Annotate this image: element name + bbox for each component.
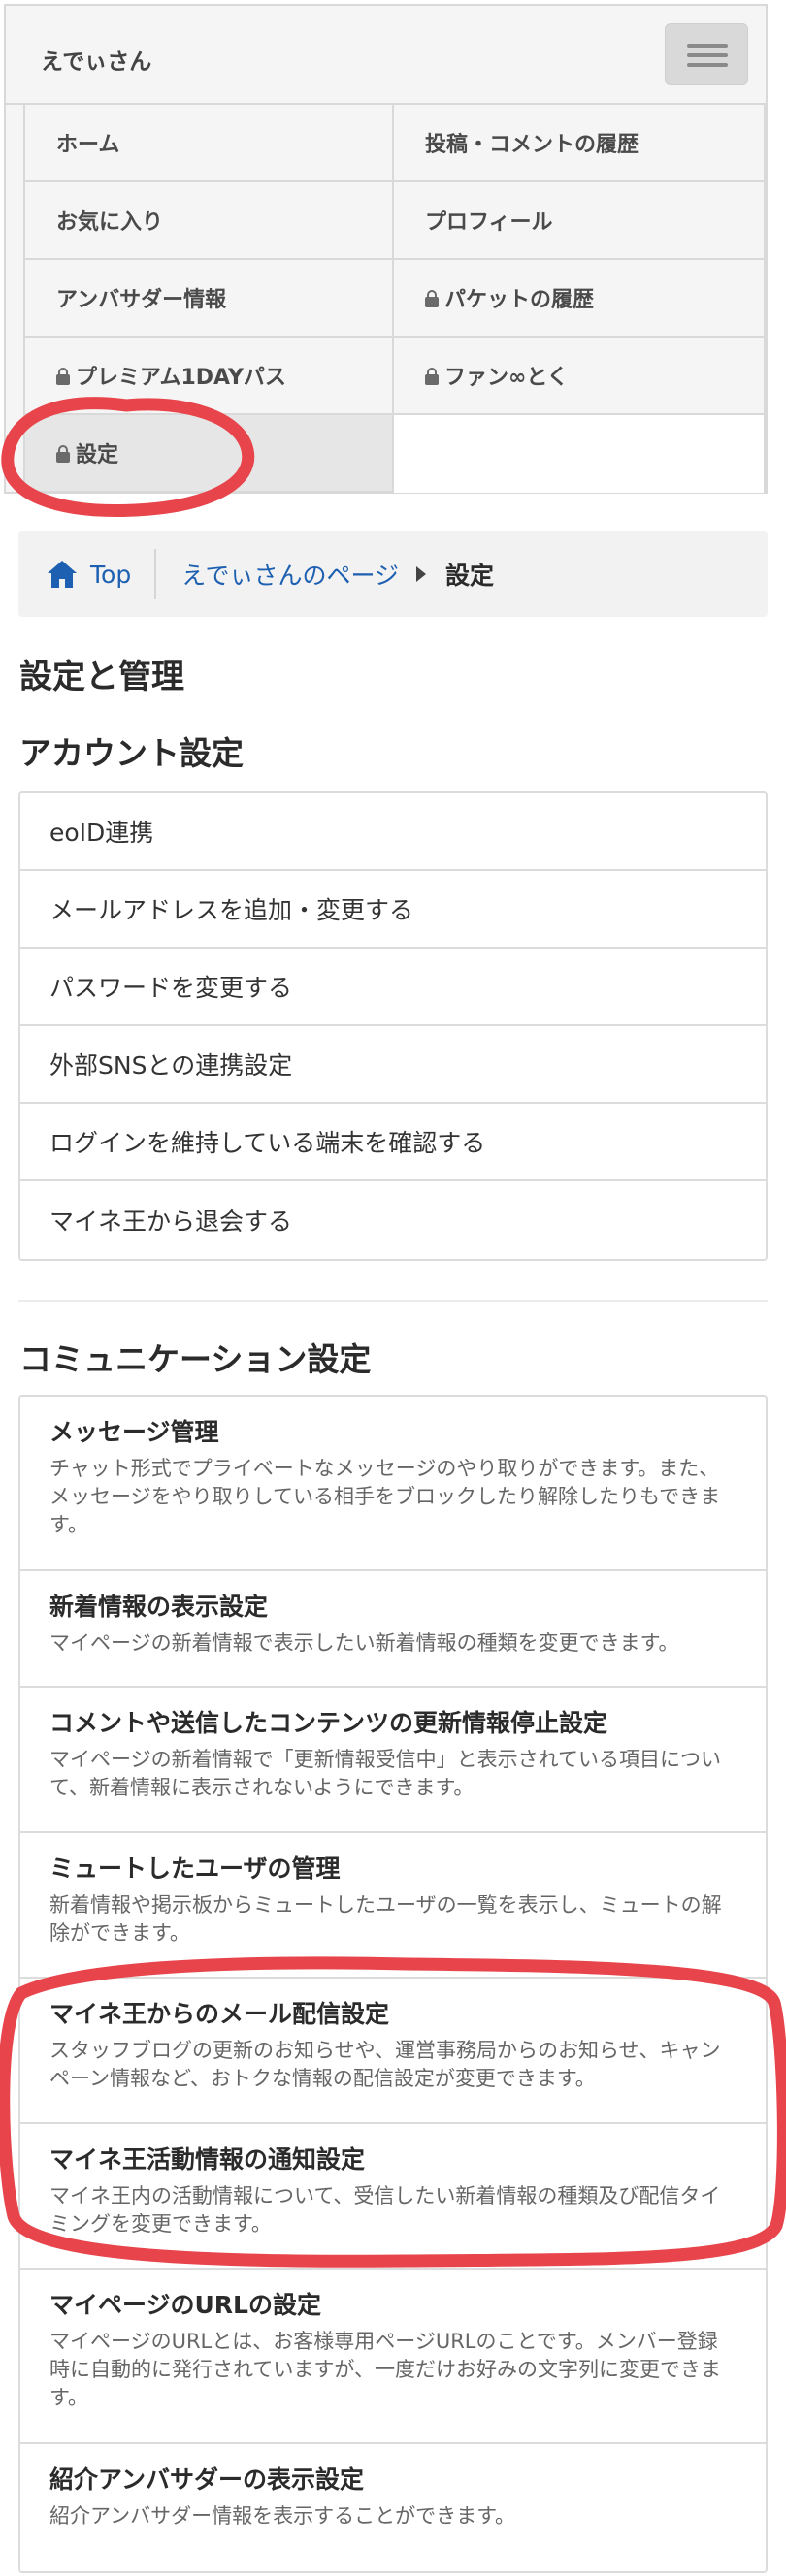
menu-item-packet-history[interactable]: パケットの履歴 xyxy=(394,260,766,338)
menu-item-fan-toku[interactable]: ファン∞とく xyxy=(394,338,766,415)
menu-item-profile[interactable]: プロフィール xyxy=(394,182,766,260)
comm-item-mail-delivery[interactable]: マイネ王からのメール配信設定 スタッフブログの更新のお知らせや、運営事務局からの… xyxy=(20,1979,766,2124)
account-item-devices[interactable]: ログインを維持している端末を確認する xyxy=(20,1104,766,1181)
comm-item-desc: マイページの新着情報で「更新情報受信中」と表示されている項目について、新着情報に… xyxy=(49,1748,721,1799)
hamburger-icon xyxy=(687,44,728,48)
comm-item-title: 新着情報の表示設定 xyxy=(49,1593,269,1621)
lock-icon xyxy=(56,368,70,385)
user-menu-panel: えでぃさん ホーム 投稿・コメントの履歴 お気に入り プロフィール アンバサダー… xyxy=(4,4,768,494)
menu-item-favorites[interactable]: お気に入り xyxy=(23,182,394,260)
home-icon xyxy=(48,561,77,588)
comm-item-desc: マイネ王内の活動情報について、受信したい新着情報の種類及び配信タイミングを変更で… xyxy=(49,2184,721,2236)
account-item-password[interactable]: パスワードを変更する xyxy=(20,949,766,1026)
breadcrumb-current: 設定 xyxy=(444,562,494,590)
menu-item-history[interactable]: 投稿・コメントの履歴 xyxy=(394,105,766,182)
breadcrumb-top-link[interactable]: Top xyxy=(90,561,131,589)
comm-item-title: 紹介アンバサダーの表示設定 xyxy=(49,2465,365,2494)
hamburger-menu-button[interactable] xyxy=(665,23,748,85)
account-item-sns[interactable]: 外部SNSとの連携設定 xyxy=(20,1026,766,1104)
user-menu-grid: ホーム 投稿・コメントの履歴 お気に入り プロフィール アンバサダー情報 パケッ… xyxy=(23,105,766,493)
user-header: えでぃさん xyxy=(6,6,766,105)
comm-item-muted-users[interactable]: ミュートしたユーザの管理 新着情報や掲示板からミュートしたユーザの一覧を表示し、… xyxy=(20,1833,766,1979)
comm-item-desc: チャット形式でプライベートなメッセージのやり取りができます。また、メッセージをや… xyxy=(49,1457,721,1536)
comm-item-desc: マイページの新着情報で表示したい新着情報の種類を変更できます。 xyxy=(49,1631,679,1655)
comm-item-title: マイネ王からのメール配信設定 xyxy=(49,2000,390,2028)
chevron-right-icon xyxy=(415,566,426,582)
comm-item-desc: マイページのURLとは、お客様専用ページURLのことです。メンバー登録時に自動的… xyxy=(49,2330,721,2409)
comm-item-ambassador-display[interactable]: 紹介アンバサダーの表示設定 紹介アンバサダー情報を表示することができます。 xyxy=(20,2444,766,2530)
comm-item-news-display[interactable]: 新着情報の表示設定 マイページの新着情報で表示したい新着情報の種類を変更できます… xyxy=(20,1571,766,1688)
comm-item-messages[interactable]: メッセージ管理 チャット形式でプライベートなメッセージのやり取りができます。また… xyxy=(20,1397,766,1571)
menu-empty-cell xyxy=(394,415,766,493)
account-item-email[interactable]: メールアドレスを追加・変更する xyxy=(20,871,766,949)
breadcrumb-divider xyxy=(154,549,157,599)
comm-item-title: マイページのURLの設定 xyxy=(49,2291,321,2319)
comm-item-title: コメントや送信したコンテンツの更新情報停止設定 xyxy=(49,1709,608,1737)
comm-item-desc: スタッフブログの更新のお知らせや、運営事務局からのお知らせ、キャンペーン情報など… xyxy=(49,2039,721,2090)
comm-item-title: メッセージ管理 xyxy=(49,1418,219,1446)
breadcrumb-user-page-link[interactable]: えでぃさんのページ xyxy=(181,557,399,592)
comm-item-mypage-url[interactable]: マイページのURLの設定 マイページのURLとは、お客様専用ページURLのことで… xyxy=(20,2270,766,2444)
page-title: 設定と管理 xyxy=(19,658,184,696)
lock-icon xyxy=(425,290,439,307)
comm-item-update-stop[interactable]: コメントや送信したコンテンツの更新情報停止設定 マイページの新着情報で「更新情報… xyxy=(20,1688,766,1833)
user-name: えでぃさん xyxy=(41,49,152,75)
account-settings-heading: アカウント設定 xyxy=(19,734,244,772)
account-item-withdraw[interactable]: マイネ王から退会する xyxy=(20,1181,766,1259)
menu-item-settings[interactable]: 設定 xyxy=(23,415,394,493)
comm-item-desc: 新着情報や掲示板からミュートしたユーザの一覧を表示し、ミュートの解除ができます。 xyxy=(49,1893,722,1945)
communication-settings-heading: コミュニケーション設定 xyxy=(19,1340,372,1378)
account-item-eoid[interactable]: eoID連携 xyxy=(20,793,766,871)
menu-item-ambassador[interactable]: アンバサダー情報 xyxy=(23,260,394,338)
account-settings-list: eoID連携 メールアドレスを追加・変更する パスワードを変更する 外部SNSと… xyxy=(18,791,768,1261)
comm-item-title: ミュートしたユーザの管理 xyxy=(49,1854,341,1883)
comm-item-activity-notification[interactable]: マイネ王活動情報の通知設定 マイネ王内の活動情報について、受信したい新着情報の種… xyxy=(20,2124,766,2270)
menu-item-home[interactable]: ホーム xyxy=(23,105,394,182)
comm-item-title: マイネ王活動情報の通知設定 xyxy=(49,2145,366,2174)
lock-icon xyxy=(425,368,439,385)
section-divider xyxy=(18,1300,768,1302)
menu-item-premium-pass[interactable]: プレミアム1DAYパス xyxy=(23,338,394,415)
comm-item-desc: 紹介アンバサダー情報を表示することができます。 xyxy=(49,2504,516,2528)
breadcrumb: Top えでぃさんのページ 設定 xyxy=(18,531,768,617)
lock-icon xyxy=(56,445,70,463)
communication-settings-list: メッセージ管理 チャット形式でプライベートなメッセージのやり取りができます。また… xyxy=(18,1395,768,2573)
